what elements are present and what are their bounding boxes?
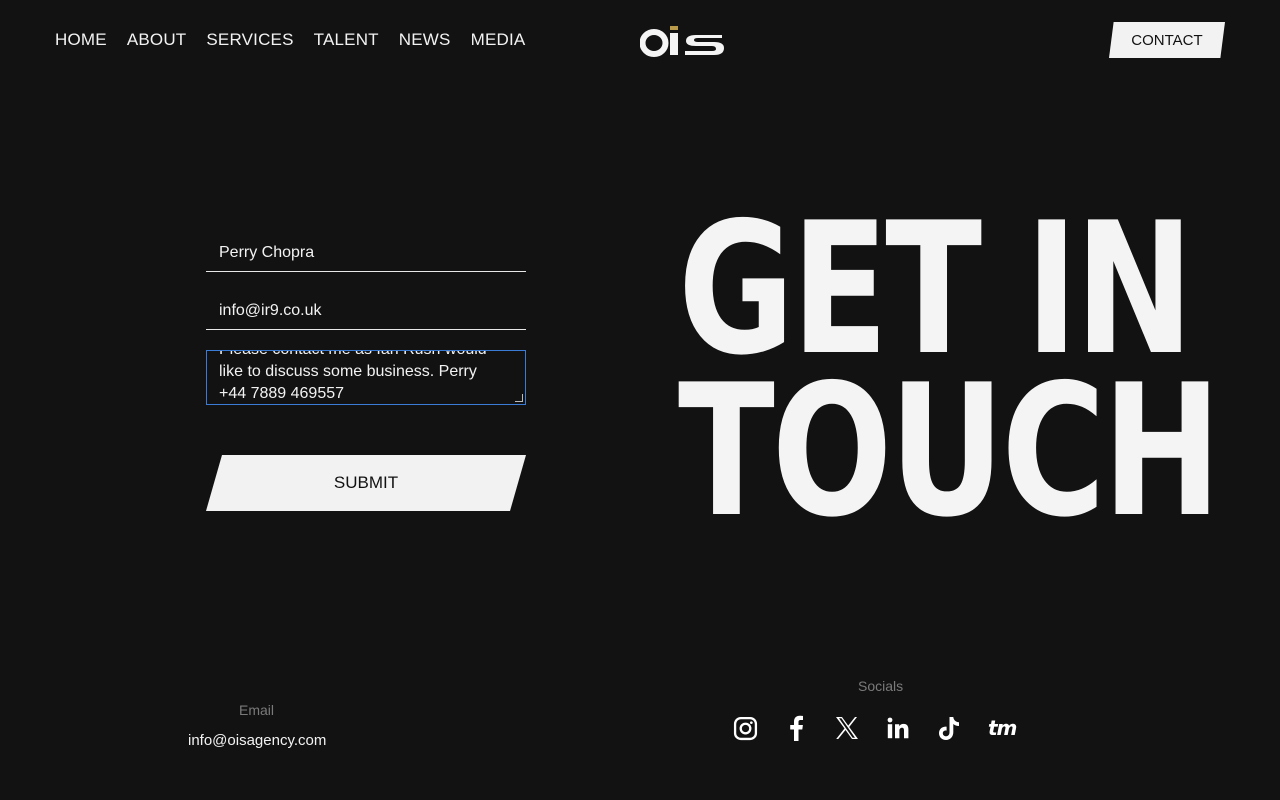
tiktok-icon[interactable] — [936, 713, 962, 743]
nav-media[interactable]: MEDIA — [471, 30, 526, 50]
facebook-icon[interactable] — [783, 713, 809, 743]
page-headline: GET IN TOUCH — [678, 198, 1221, 557]
tm-icon[interactable]: tm — [987, 713, 1029, 743]
submit-button-label: SUBMIT — [333, 473, 399, 492]
nav-about[interactable]: ABOUT — [127, 30, 187, 50]
ois-logo[interactable] — [639, 24, 726, 57]
nav-services[interactable]: SERVICES — [206, 30, 293, 50]
contact-button-label: CONTACT — [1131, 31, 1203, 49]
message-line: Please contact me as Ian Rush would — [219, 351, 513, 361]
footer-socials-label: Socials — [858, 678, 904, 694]
email-field[interactable]: info@ir9.co.uk — [206, 294, 526, 330]
resize-handle[interactable] — [515, 394, 523, 402]
linkedin-icon[interactable] — [885, 713, 911, 743]
nav-home[interactable]: HOME — [55, 30, 107, 50]
nav-talent[interactable]: TALENT — [314, 30, 379, 50]
submit-button[interactable]: SUBMIT — [206, 455, 526, 511]
name-field[interactable]: Perry Chopra — [206, 236, 526, 272]
main-nav: HOME ABOUT SERVICES TALENT NEWS MEDIA — [55, 30, 525, 50]
headline-line-2: TOUCH — [678, 345, 1221, 557]
social-links: tm — [732, 713, 1029, 743]
contact-form: Perry Chopra info@ir9.co.uk Please conta… — [206, 236, 526, 405]
contact-button[interactable]: CONTACT — [1109, 22, 1225, 58]
message-textarea[interactable]: Please contact me as Ian Rush would like… — [206, 350, 526, 405]
nav-news[interactable]: NEWS — [399, 30, 451, 50]
footer-email-link[interactable]: info@oisagency.com — [188, 732, 326, 749]
footer-email-label: Email — [239, 702, 275, 718]
message-line: +44 7889 469557 — [219, 385, 345, 402]
svg-text:tm: tm — [988, 718, 1017, 738]
message-line: like to discuss some business. Perry — [219, 363, 477, 380]
x-icon[interactable] — [834, 713, 860, 743]
ois-logo-mark — [639, 26, 724, 57]
instagram-icon[interactable] — [732, 713, 758, 743]
